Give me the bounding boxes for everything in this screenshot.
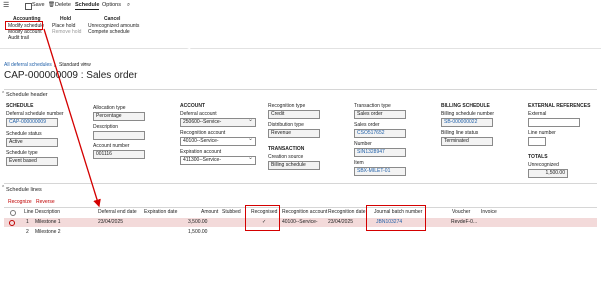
annotation-arrow [43, 28, 101, 208]
